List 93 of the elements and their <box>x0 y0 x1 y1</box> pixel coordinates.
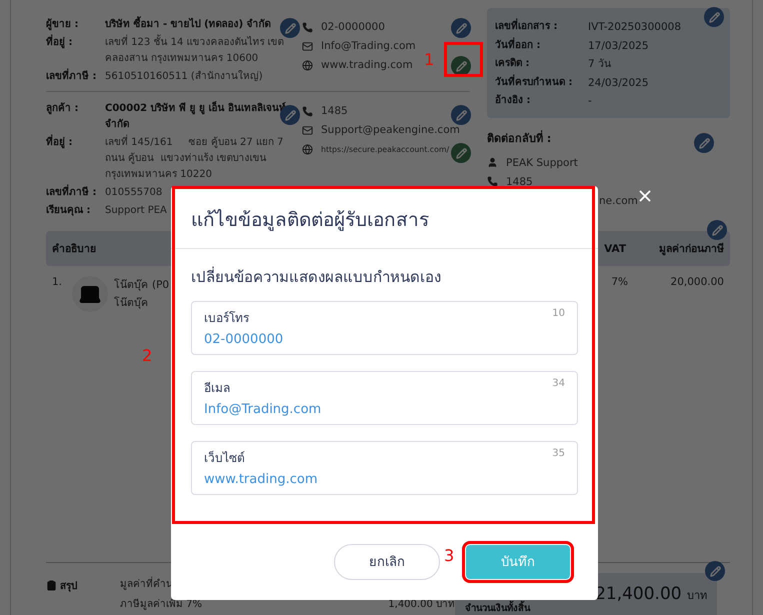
vat-cell-text: 7% <box>610 276 628 288</box>
highlight-frame <box>444 42 483 77</box>
pencil-icon <box>456 22 466 34</box>
summary-title: สรุป <box>46 577 120 593</box>
contact-text: 1485 <box>321 104 348 119</box>
field-label: อีเมล <box>204 380 231 397</box>
field-label: วันที่ออก : <box>495 36 542 52</box>
edit-button[interactable] <box>707 220 727 240</box>
annotation-number: 2 <box>142 346 152 365</box>
edit-button[interactable] <box>694 133 714 153</box>
item-name: โน๊ตบุ๊ค <box>114 278 148 293</box>
field-value: กรุงเทพมหานคร 10220 <box>105 168 212 182</box>
character-count: 34 <box>552 378 565 391</box>
field-value: 010555708 <box>105 186 162 200</box>
pencil-icon <box>456 148 466 158</box>
field-label: เครดิต : <box>495 56 530 71</box>
edit-button[interactable] <box>451 56 471 76</box>
pencil-icon <box>284 110 296 120</box>
column-header: คำอธิบาย <box>52 242 97 257</box>
edit-button[interactable] <box>705 561 725 581</box>
contact-text: Info@Trading.com <box>321 39 416 54</box>
field-label: เลขที่เอกสาร : <box>495 18 588 36</box>
input-field[interactable]: อีเมล 34 Info@Trading.com <box>191 371 578 425</box>
laptop-icon <box>72 276 108 312</box>
field-label: ลูกค้า : <box>46 101 80 116</box>
field-value: Support PEA <box>105 204 167 218</box>
field-label: ที่อยู่ : <box>46 135 105 151</box>
contact-text: www.trading.com <box>321 58 413 73</box>
field-value: เลขที่ 123 ชั้น 14 แขวงคลองตันไทร เขต <box>105 35 284 51</box>
column-header: มูลค่าก่อนภาษี <box>658 242 724 257</box>
cancel-button[interactable]: ยกเลิก <box>334 544 440 580</box>
field-label: เบอร์โทร <box>204 310 250 327</box>
mail-icon <box>302 41 313 52</box>
phone-icon <box>302 22 313 33</box>
globe-icon <box>302 60 313 71</box>
globe-icon <box>302 144 313 155</box>
field-value: IVT-20250300008 <box>588 20 682 35</box>
character-count: 35 <box>552 448 565 461</box>
field-label: ผู้ขาย : <box>46 17 80 32</box>
field-value: 7 วัน <box>588 57 612 72</box>
field-value: บริษัท ซื้อมา - ขายไป (ทดลอง) จำกัด <box>105 17 271 33</box>
field-label: เรียนคุณ : <box>46 203 92 218</box>
summary-value: 1,400.00 บาท <box>388 598 455 612</box>
pencil-icon <box>710 566 720 576</box>
character-count: 10 <box>552 308 565 321</box>
field-label: วันที่ครบกำหนด : <box>495 74 574 90</box>
field-value: จำกัด <box>105 118 129 132</box>
field-value: - <box>588 94 593 109</box>
mail-icon <box>302 125 313 136</box>
pencil-icon <box>698 138 710 148</box>
field-label: อ้างอิง : <box>495 93 532 108</box>
dialog-title: แก้ไขข้อมูลติดต่อผู้รับเอกสาร <box>171 186 598 249</box>
field-label: ที่อยู่ : <box>46 35 105 51</box>
contact-text: ne.com <box>599 194 638 208</box>
total-label: จำนวนเงินทั้งสิ้น <box>465 603 530 615</box>
item-description: โน๊ตบุ๊ค <box>114 296 148 311</box>
field-value: 24/03/2025 <box>588 76 650 90</box>
annotation-number: 1 <box>424 50 434 69</box>
field-value: เลขที่ 145/161 ซอย คู้บอน 27 แยก 7 <box>105 135 284 151</box>
input-field[interactable]: เบอร์โทร 10 02-0000000 <box>191 301 578 355</box>
field-label: เลขที่ภาษี : <box>46 69 105 85</box>
phone-icon <box>487 176 498 187</box>
section-title: ติดต่อกลับที่ : <box>487 130 552 147</box>
pencil-icon <box>284 22 296 34</box>
edit-button[interactable] <box>280 18 300 38</box>
field-label: เว็บไซต์ <box>204 450 246 467</box>
summary-label: ภาษีมูลค่าเพิ่ม 7% <box>120 598 202 612</box>
input-field[interactable]: เว็บไซต์ 35 www.trading.com <box>191 441 578 495</box>
pencil-icon <box>712 224 722 236</box>
field-value: คลองสาน กรุงเทพมหานคร 10600 <box>105 52 258 66</box>
field-label: เลขที่ภาษี : <box>46 185 105 201</box>
summary-label: มูลค่าที่คำน <box>120 577 173 593</box>
annotation-number: 3 <box>444 546 454 565</box>
pencil-icon <box>456 60 466 72</box>
field-value: 17/03/2025 <box>588 38 650 54</box>
dialog-subtitle: เปลี่ยนข้อความแสดงผลแบบกำหนดเอง <box>191 266 442 288</box>
pencil-icon <box>708 12 720 22</box>
item-code: (P0 <box>152 278 170 293</box>
edit-button[interactable] <box>451 18 471 38</box>
phone-icon <box>302 106 313 117</box>
contact-text: 02-0000000 <box>321 20 385 35</box>
person-icon <box>487 157 498 168</box>
amount-cell-text: 20,000.00 <box>670 276 724 288</box>
contact-text: PEAK Support <box>506 156 578 170</box>
pencil-icon <box>456 110 466 120</box>
column-header: VAT <box>603 242 626 254</box>
row-number: 1. <box>52 276 64 288</box>
clipboard-icon <box>46 580 57 590</box>
edit-button[interactable] <box>451 105 471 125</box>
field-value: 5610510160511 (สำนักงานใหญ่) <box>105 69 263 84</box>
contact-text: Support@peakengine.com <box>321 123 460 138</box>
edit-button[interactable] <box>451 143 471 163</box>
field-value: ถนน คู้บอน แขวงท่าแร้ง เขตบางเขน <box>105 152 267 166</box>
